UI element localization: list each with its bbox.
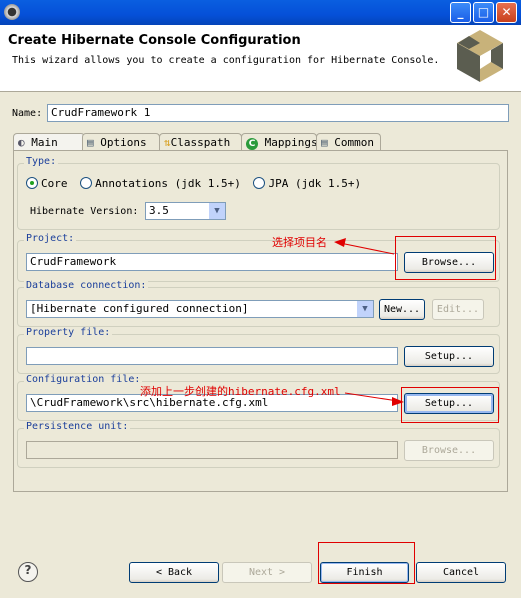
next-button: Next >	[222, 562, 312, 583]
annotation-arrows	[334, 238, 404, 406]
help-button[interactable]: ?	[18, 562, 38, 582]
finish-button[interactable]: Finish	[320, 562, 409, 583]
back-button[interactable]: < Back	[129, 562, 219, 583]
cancel-button[interactable]: Cancel	[416, 562, 506, 583]
